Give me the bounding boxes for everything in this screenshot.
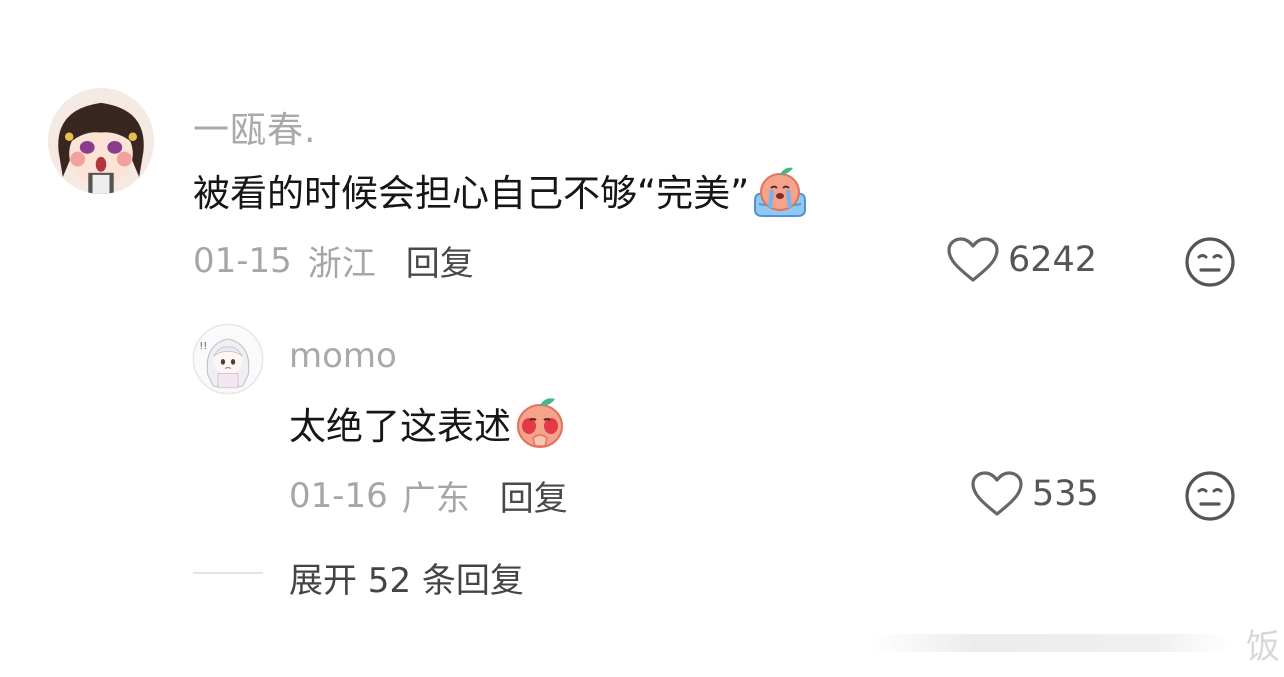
comment-date: 01-15 xyxy=(193,240,292,281)
white-haired-girl-avatar-icon: !! xyxy=(192,323,264,395)
watermark-bar xyxy=(870,634,1230,652)
comment-text-content: 被看的时候会担心自己不够“完美” xyxy=(193,172,750,215)
meh-face-icon xyxy=(1185,237,1235,287)
comment-location: 浙江 xyxy=(307,244,376,284)
like-button[interactable]: 6242 xyxy=(946,236,1097,284)
meh-face-icon xyxy=(1185,471,1235,521)
reply-text-content: 太绝了这表述 xyxy=(289,405,511,448)
avatar[interactable] xyxy=(48,88,154,194)
heart-icon xyxy=(971,471,1023,516)
comment-username[interactable]: 一瓯春. xyxy=(193,101,316,153)
comment-text: 被看的时候会担心自己不够“完美” xyxy=(193,162,809,218)
blushing-peach-sticker-icon xyxy=(513,396,567,450)
reply-button[interactable]: 回复 xyxy=(406,236,474,285)
reply-username[interactable]: momo xyxy=(289,336,397,376)
like-count: 535 xyxy=(1032,474,1099,514)
expand-replies-button[interactable]: 展开 52 条回复 xyxy=(289,553,524,602)
heart-icon xyxy=(947,237,999,282)
like-count: 6242 xyxy=(1008,240,1098,280)
watermark-text: 饭 xyxy=(1246,626,1280,667)
reply-text: 太绝了这表述 xyxy=(289,395,567,451)
anime-girl-avatar-icon xyxy=(48,88,154,194)
avatar[interactable]: !! xyxy=(192,323,264,395)
like-button[interactable]: 535 xyxy=(970,470,1099,518)
watermark: 饭 xyxy=(870,620,1280,667)
crying-peach-sticker-icon xyxy=(751,162,809,218)
reply-button[interactable]: 回复 xyxy=(500,471,568,520)
comment-meta: 01-15 浙江 回复 xyxy=(193,236,474,285)
reply-date: 01-16 xyxy=(289,475,388,516)
dislike-button[interactable] xyxy=(1184,470,1236,522)
dislike-button[interactable] xyxy=(1184,236,1236,288)
divider xyxy=(193,572,263,574)
svg-text:!!: !! xyxy=(199,341,207,352)
reply-meta: 01-16 广东 回复 xyxy=(289,471,568,520)
reply-location: 广东 xyxy=(401,479,470,519)
